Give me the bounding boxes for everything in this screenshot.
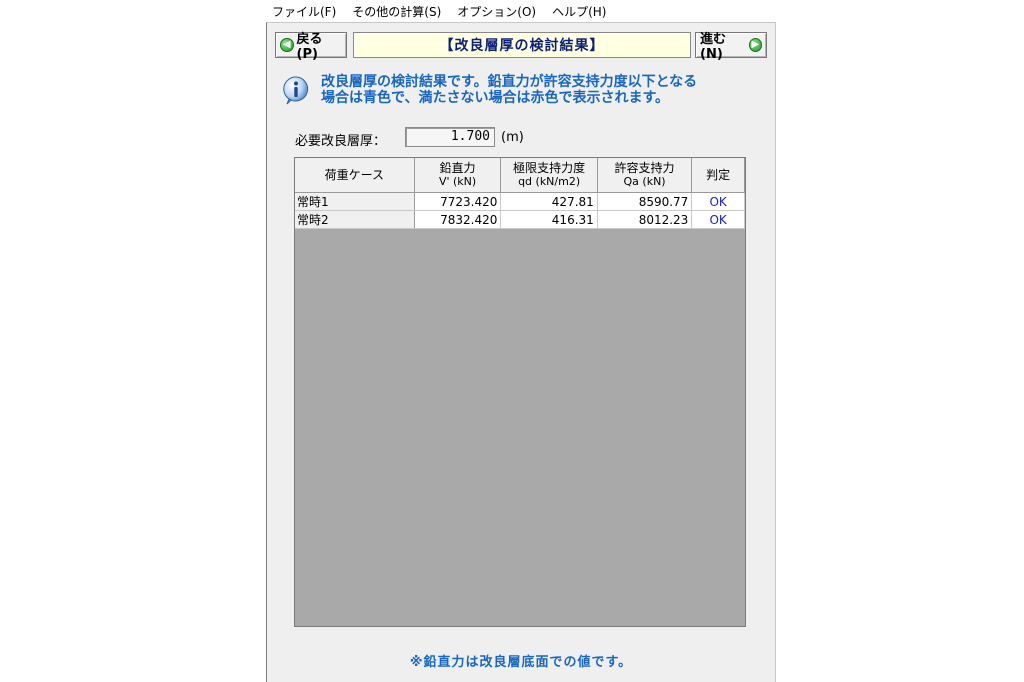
header-vertical-force-label: 鉛直力 (439, 161, 476, 175)
cell-ultimate-bearing: 427.81 (500, 192, 598, 211)
cell-ultimate-bearing: 416.31 (500, 210, 598, 229)
arrow-right-icon: ▶ (748, 38, 762, 52)
cell-load-case: 常時1 (295, 192, 415, 211)
cell-judgement: OK (691, 192, 745, 211)
cell-allowable-bearing: 8012.23 (597, 210, 693, 229)
info-line-2: 場合は青色で、満たさない場合は赤色で表示されます。 (321, 90, 670, 106)
page-title: 【改良層厚の検討結果】 (353, 32, 691, 58)
menu-bar: ファイル(F) その他の計算(S) オプション(O) ヘルプ(H) (266, 0, 776, 22)
arrow-left-icon: ◀ (280, 38, 294, 52)
header-ultimate-bearing-unit: qd (kN/m2) (518, 175, 581, 188)
info-message: 改良層厚の検討結果です。鉛直力が許容支持力度以下となる 場合は青色で、満たさない… (321, 74, 767, 106)
header-vertical-force-unit: V' (kN) (438, 175, 477, 188)
required-thickness-unit: (m) (501, 130, 524, 145)
results-table: 荷重ケース 鉛直力 V' (kN) 極限支持力度 qd (kN/m2) 許容支持… (295, 158, 745, 229)
required-thickness-field: 1.700 (405, 127, 495, 147)
back-button-label: 戻る(P) (296, 32, 323, 62)
footnote: ※鉛直力は改良層底面での値です。 (409, 655, 633, 670)
cell-load-case: 常時2 (295, 210, 415, 229)
cell-allowable-bearing: 8590.77 (597, 192, 693, 211)
header-allowable-bearing-unit: Qa (kN) (623, 175, 666, 188)
back-button[interactable]: ◀ 戻る(P) (275, 32, 347, 62)
header-allowable-bearing: 許容支持力 Qa (kN) (597, 158, 693, 193)
cell-judgement: OK (691, 210, 745, 229)
info-line-1: 改良層厚の検討結果です。鉛直力が許容支持力度以下となる (321, 74, 698, 90)
next-button-label: 進む(N) (700, 32, 727, 62)
next-button[interactable]: 進む(N) ▶ (695, 32, 767, 62)
header-judgement-label: 判定 (706, 168, 731, 182)
header-load-case: 荷重ケース (295, 158, 415, 193)
menu-help[interactable]: ヘルプ(H) (552, 3, 606, 20)
results-grid[interactable]: 荷重ケース 鉛直力 V' (kN) 極限支持力度 qd (kN/m2) 許容支持… (294, 157, 746, 627)
header-judgement: 判定 (691, 158, 745, 193)
table-row[interactable]: 常時1 7723.420 427.81 8590.77 OK (295, 192, 745, 211)
table-row[interactable]: 常時2 7832.420 416.31 8012.23 OK (295, 210, 745, 229)
required-thickness-label: 必要改良層厚： (295, 134, 387, 149)
table-header-row: 荷重ケース 鉛直力 V' (kN) 極限支持力度 qd (kN/m2) 許容支持… (295, 158, 745, 193)
header-ultimate-bearing-label: 極限支持力度 (513, 161, 586, 175)
header-allowable-bearing-label: 許容支持力 (614, 161, 675, 175)
main-window: ◀ 戻る(P) 【改良層厚の検討結果】 進む(N) ▶ 改良層厚の検討結果です。… (266, 22, 776, 682)
menu-other-calc[interactable]: その他の計算(S) (352, 3, 441, 20)
cell-vertical-force: 7723.420 (414, 192, 502, 211)
header-ultimate-bearing: 極限支持力度 qd (kN/m2) (500, 158, 598, 193)
header-vertical-force: 鉛直力 V' (kN) (414, 158, 502, 193)
info-icon (283, 76, 309, 105)
header-load-case-label: 荷重ケース (324, 168, 385, 182)
menu-file[interactable]: ファイル(F) (272, 3, 336, 20)
menu-options[interactable]: オプション(O) (457, 3, 536, 20)
cell-vertical-force: 7832.420 (414, 210, 502, 229)
